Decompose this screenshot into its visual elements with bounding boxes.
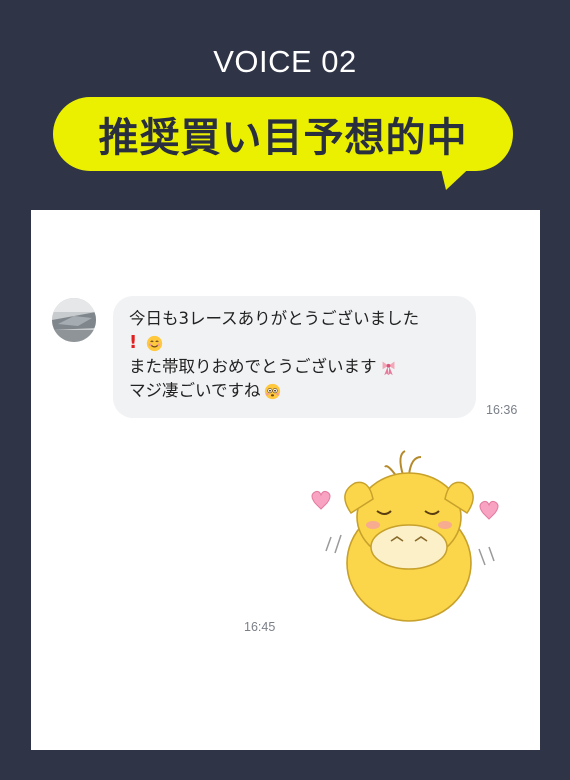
message-line-2: ! — [129, 331, 462, 355]
yellow-duck-sticker-icon[interactable] — [301, 445, 511, 625]
avatar-photo-icon — [52, 298, 96, 342]
message-bubble[interactable]: 今日も3レースありがとうございました ! また帯取りおめでとうございます マジ凄… — [113, 296, 476, 418]
headline-text: 推奨買い目予想的中 — [98, 115, 468, 161]
chat-panel: 今日も3レースありがとうございました ! また帯取りおめでとうございます マジ凄… — [31, 210, 540, 750]
smiling-face-emoji-icon — [147, 335, 163, 351]
message-timestamp: 16:36 — [486, 403, 518, 417]
message-line-1: 今日も3レースありがとうございました — [129, 307, 462, 331]
message-text-1: 今日も3レースありがとうございました — [129, 309, 420, 328]
voice-label: VOICE 02 — [213, 44, 357, 79]
message-text-3: また帯取りおめでとうございます — [129, 357, 377, 376]
message-line-3: また帯取りおめでとうございます — [129, 355, 462, 379]
message-text-4: マジ凄ごいですね — [129, 381, 261, 400]
flushed-face-emoji-icon — [264, 383, 280, 399]
sticker-timestamp: 16:45 — [244, 620, 276, 634]
exclamation-icon: ! — [129, 332, 138, 353]
headline-bubble: 推奨買い目予想的中 — [53, 97, 513, 171]
message-line-4: マジ凄ごいですね — [129, 379, 462, 403]
ribbon-gift-emoji-icon — [382, 361, 394, 375]
user-avatar[interactable] — [52, 298, 96, 342]
